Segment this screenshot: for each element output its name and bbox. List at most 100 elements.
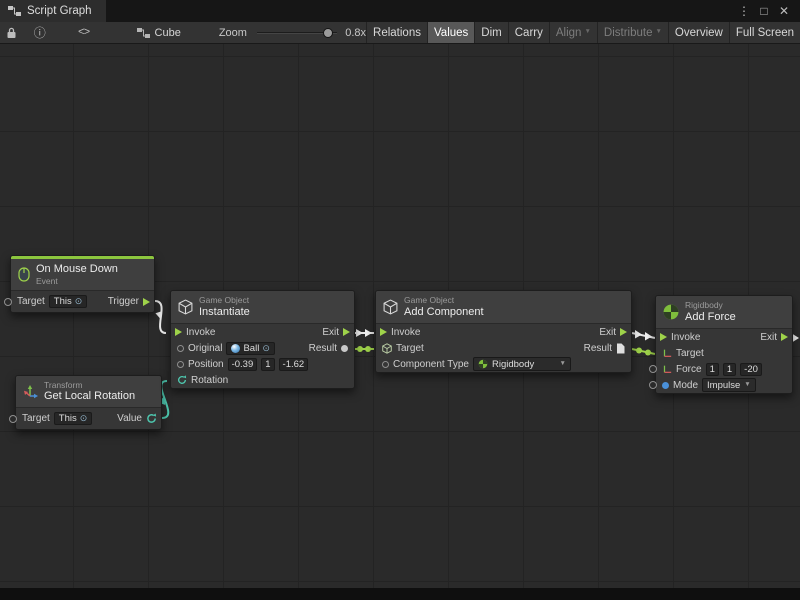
port-label: Original: [188, 343, 222, 354]
titlebar: Script Graph ⋮ □ ✕: [0, 0, 800, 22]
port-row: Mode Impulse ▼: [656, 377, 792, 393]
overview-button[interactable]: Overview: [668, 22, 729, 43]
invoke-input-port[interactable]: [175, 328, 182, 336]
rotation-input-port[interactable]: [177, 375, 187, 385]
align-button[interactable]: Align▼: [549, 22, 597, 43]
dim-button[interactable]: Dim: [474, 22, 507, 43]
exit-output-port[interactable]: [781, 333, 788, 341]
caret-down-icon: ▼: [560, 361, 566, 368]
port-label: Target: [676, 348, 704, 359]
node-subtitle: Rigidbody: [685, 300, 736, 310]
zoom-slider[interactable]: [257, 26, 337, 40]
object-field[interactable]: This⊙: [49, 295, 88, 308]
result-output-port[interactable]: [341, 345, 348, 352]
port-row: Target: [656, 345, 792, 361]
port-row: Target Result: [376, 340, 631, 356]
port-label: Mode: [673, 380, 698, 391]
port-label: Rotation: [191, 375, 228, 386]
mouse-icon: [18, 267, 30, 282]
graph-canvas[interactable]: On Mouse Down Event Target This⊙ Trigger: [0, 44, 800, 600]
rotation-output-port[interactable]: [146, 413, 157, 424]
port-label: Target: [17, 296, 45, 307]
node-title: On Mouse Down: [36, 263, 118, 276]
result-output-port[interactable]: [616, 343, 625, 354]
exit-output-port[interactable]: [343, 328, 350, 336]
exit-output-port[interactable]: [620, 328, 627, 336]
node-add-force[interactable]: Rigidbody Add Force Invoke Exit Target: [655, 295, 793, 394]
port-label: Position: [188, 359, 224, 370]
node-subtitle: Transform: [44, 380, 135, 390]
node-header[interactable]: On Mouse Down Event: [11, 259, 154, 291]
port-label: Invoke: [391, 327, 420, 338]
port-label: Target: [396, 343, 424, 354]
node-get-local-rotation[interactable]: Transform Get Local Rotation Target This…: [15, 375, 162, 430]
distribute-button[interactable]: Distribute▼: [597, 22, 668, 43]
window-tab[interactable]: Script Graph: [0, 0, 106, 22]
force-x-field[interactable]: 1: [706, 363, 719, 376]
target-input-port[interactable]: [4, 298, 12, 306]
graph-target-name: Cube: [155, 27, 181, 39]
maximize-button[interactable]: □: [754, 4, 774, 18]
lock-button[interactable]: [3, 24, 21, 42]
code-view-button[interactable]: <>: [75, 24, 93, 42]
port-label: Result: [584, 343, 612, 354]
force-z-field[interactable]: -20: [740, 363, 762, 376]
info-button[interactable]: ⓘ: [31, 24, 49, 42]
object-field[interactable]: This⊙: [54, 412, 93, 425]
mode-input-port[interactable]: [649, 381, 657, 389]
script-graph-window: Script Graph ⋮ □ ✕ ⓘ <> Cube Zoom 0.8x R…: [0, 0, 800, 600]
axes-icon: [662, 348, 672, 358]
invoke-input-port[interactable]: [660, 333, 667, 341]
node-header[interactable]: Rigidbody Add Force: [656, 296, 792, 329]
position-input-port[interactable]: [177, 361, 184, 368]
flow-row: Invoke Exit: [171, 324, 354, 340]
flow-row: Invoke Exit: [376, 324, 631, 340]
port-row: Force 1 1 -20: [656, 361, 792, 377]
zoom-value: 0.8x: [345, 27, 366, 39]
caret-down-icon: ▼: [584, 29, 590, 36]
position-y-field[interactable]: 1: [261, 358, 274, 371]
vector-icon: [662, 364, 672, 374]
window-menu-button[interactable]: ⋮: [734, 4, 754, 18]
node-instantiate[interactable]: Game Object Instantiate Invoke Exit Orig…: [170, 290, 355, 389]
node-header[interactable]: Transform Get Local Rotation: [16, 376, 161, 408]
object-field[interactable]: Ball⊙: [226, 342, 274, 355]
object-picker-icon: ⊙: [75, 297, 83, 306]
caret-down-icon: ▼: [744, 382, 750, 389]
target-input-port[interactable]: [9, 415, 17, 423]
close-button[interactable]: ✕: [774, 4, 794, 18]
component-type-dropdown[interactable]: Rigidbody ▼: [473, 357, 571, 371]
port-label: Exit: [322, 327, 339, 338]
position-x-field[interactable]: -0.39: [228, 358, 258, 371]
trigger-output-port[interactable]: [143, 298, 150, 306]
carry-button[interactable]: Carry: [508, 22, 549, 43]
graph-icon: [8, 5, 21, 17]
node-header[interactable]: Game Object Instantiate: [171, 291, 354, 324]
caret-down-icon: ▼: [655, 29, 661, 36]
port-label: Exit: [599, 327, 616, 338]
node-add-component[interactable]: Game Object Add Component Invoke Exit Ta…: [375, 290, 632, 373]
node-title: Get Local Rotation: [44, 390, 135, 403]
fullscreen-button[interactable]: Full Screen: [729, 22, 800, 43]
node-on-mouse-down[interactable]: On Mouse Down Event Target This⊙ Trigger: [10, 255, 155, 313]
ball-object-icon: [231, 344, 240, 353]
values-button[interactable]: Values: [427, 22, 474, 43]
toolbar: ⓘ <> Cube Zoom 0.8x Relations Values Dim…: [0, 22, 800, 44]
node-header[interactable]: Game Object Add Component: [376, 291, 631, 324]
port-label: Component Type: [393, 359, 469, 370]
zoom-slider-thumb[interactable]: [323, 28, 333, 38]
mode-dropdown[interactable]: Impulse ▼: [702, 378, 756, 392]
relations-button[interactable]: Relations: [366, 22, 427, 43]
force-y-field[interactable]: 1: [723, 363, 736, 376]
transform-icon: [23, 384, 38, 399]
force-input-port[interactable]: [649, 365, 657, 373]
graph-icon: [137, 27, 150, 39]
position-z-field[interactable]: -1.62: [279, 358, 309, 371]
port-row: Position -0.39 1 -1.62: [171, 356, 354, 372]
invoke-input-port[interactable]: [380, 328, 387, 336]
rigidbody-icon: [663, 304, 679, 320]
graph-target[interactable]: Cube: [137, 27, 181, 39]
component-type-input-port[interactable]: [382, 361, 389, 368]
port-row: Rotation: [171, 372, 354, 388]
original-input-port[interactable]: [177, 345, 184, 352]
